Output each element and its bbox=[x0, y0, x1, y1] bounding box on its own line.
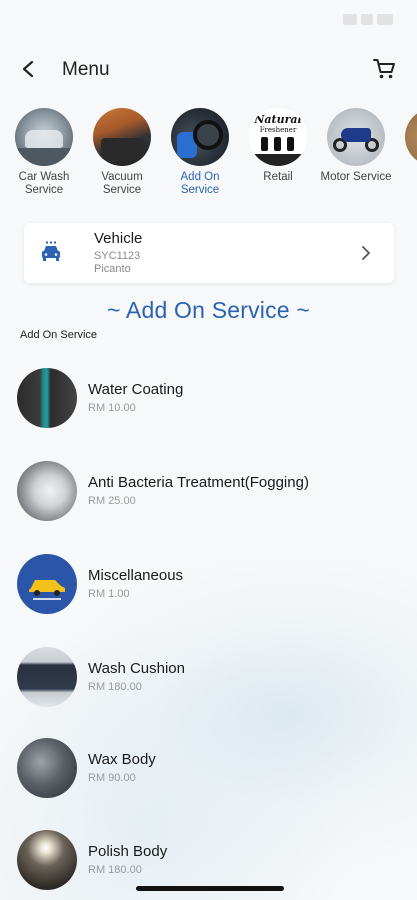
category-add-on[interactable]: Add On Service bbox=[161, 108, 239, 197]
item-name: Polish Body bbox=[88, 843, 168, 860]
list-item-water-coating[interactable]: Water Coating RM 10.00 bbox=[0, 368, 417, 432]
vacuum-image bbox=[93, 108, 151, 166]
status-bar bbox=[0, 0, 417, 40]
item-price: RM 10.00 bbox=[88, 402, 136, 414]
list-item-wash-cushion[interactable]: Wash Cushion RM 180.00 bbox=[0, 647, 417, 711]
back-arrow-icon bbox=[22, 60, 34, 78]
miscellaneous-thumbnail bbox=[17, 554, 77, 614]
vehicle-plate: SYC1123 bbox=[94, 250, 141, 262]
taxi-logo-icon bbox=[29, 580, 65, 600]
car-icon bbox=[42, 241, 60, 261]
chevron-right-icon bbox=[362, 246, 370, 260]
vehicle-selector[interactable]: Vehicle SYC1123 Picanto bbox=[24, 223, 394, 283]
item-name: Water Coating bbox=[88, 381, 184, 398]
motor-image bbox=[327, 108, 385, 166]
wash-cushion-thumbnail bbox=[17, 647, 77, 707]
item-price: RM 25.00 bbox=[88, 495, 136, 507]
vehicle-label: Vehicle bbox=[94, 230, 143, 247]
cart-icon bbox=[373, 59, 395, 79]
car-wash-image bbox=[15, 108, 73, 166]
polish-body-thumbnail bbox=[17, 830, 77, 890]
section-subtitle: Add On Service bbox=[20, 329, 98, 341]
list-item-polish-body[interactable]: Polish Body RM 180.00 bbox=[0, 830, 417, 894]
anti-bacteria-thumbnail bbox=[17, 461, 77, 521]
page-title: Menu bbox=[62, 59, 110, 80]
list-item-wax-body[interactable]: Wax Body RM 90.00 bbox=[0, 738, 417, 802]
app-header: Menu bbox=[0, 50, 417, 90]
wax-body-thumbnail bbox=[17, 738, 77, 798]
vehicle-model: Picanto bbox=[94, 263, 131, 275]
item-price: RM 90.00 bbox=[88, 772, 136, 784]
item-name: Anti Bacteria Treatment(Fogging) bbox=[88, 474, 309, 491]
back-button[interactable] bbox=[14, 54, 44, 84]
item-price: RM 180.00 bbox=[88, 864, 142, 876]
category-vacuum[interactable]: Vacuum Service bbox=[83, 108, 161, 197]
item-price: RM 180.00 bbox=[88, 681, 142, 693]
item-name: Wax Body bbox=[88, 751, 156, 768]
water-coating-thumbnail bbox=[17, 368, 77, 428]
item-name: Miscellaneous bbox=[88, 567, 184, 584]
status-icons bbox=[343, 14, 393, 26]
add-on-image bbox=[171, 108, 229, 166]
list-item-anti-bacteria[interactable]: Anti Bacteria Treatment(Fogging) RM 25.0… bbox=[0, 461, 417, 525]
retail-image: Natural Freshener bbox=[249, 108, 307, 166]
list-item-miscellaneous[interactable]: Miscellaneous RM 1.00 bbox=[0, 554, 417, 618]
category-retail[interactable]: Natural Freshener Retail bbox=[239, 108, 317, 184]
category-car-wash[interactable]: Car Wash Service bbox=[5, 108, 83, 197]
partial-category-image bbox=[405, 108, 417, 166]
category-carousel[interactable]: Car Wash Service Vacuum Service Add On S… bbox=[0, 108, 417, 208]
menu-screen: Menu Car Wash Service Vacuum Service Add… bbox=[0, 0, 417, 900]
category-motor[interactable]: Motor Service bbox=[317, 108, 395, 184]
item-name: Wash Cushion bbox=[88, 660, 185, 677]
category-partial[interactable]: S bbox=[395, 108, 417, 184]
item-price: RM 1.00 bbox=[88, 588, 130, 600]
cart-button[interactable] bbox=[371, 56, 397, 82]
home-indicator bbox=[136, 886, 284, 891]
section-title: ~ Add On Service ~ bbox=[106, 297, 311, 323]
